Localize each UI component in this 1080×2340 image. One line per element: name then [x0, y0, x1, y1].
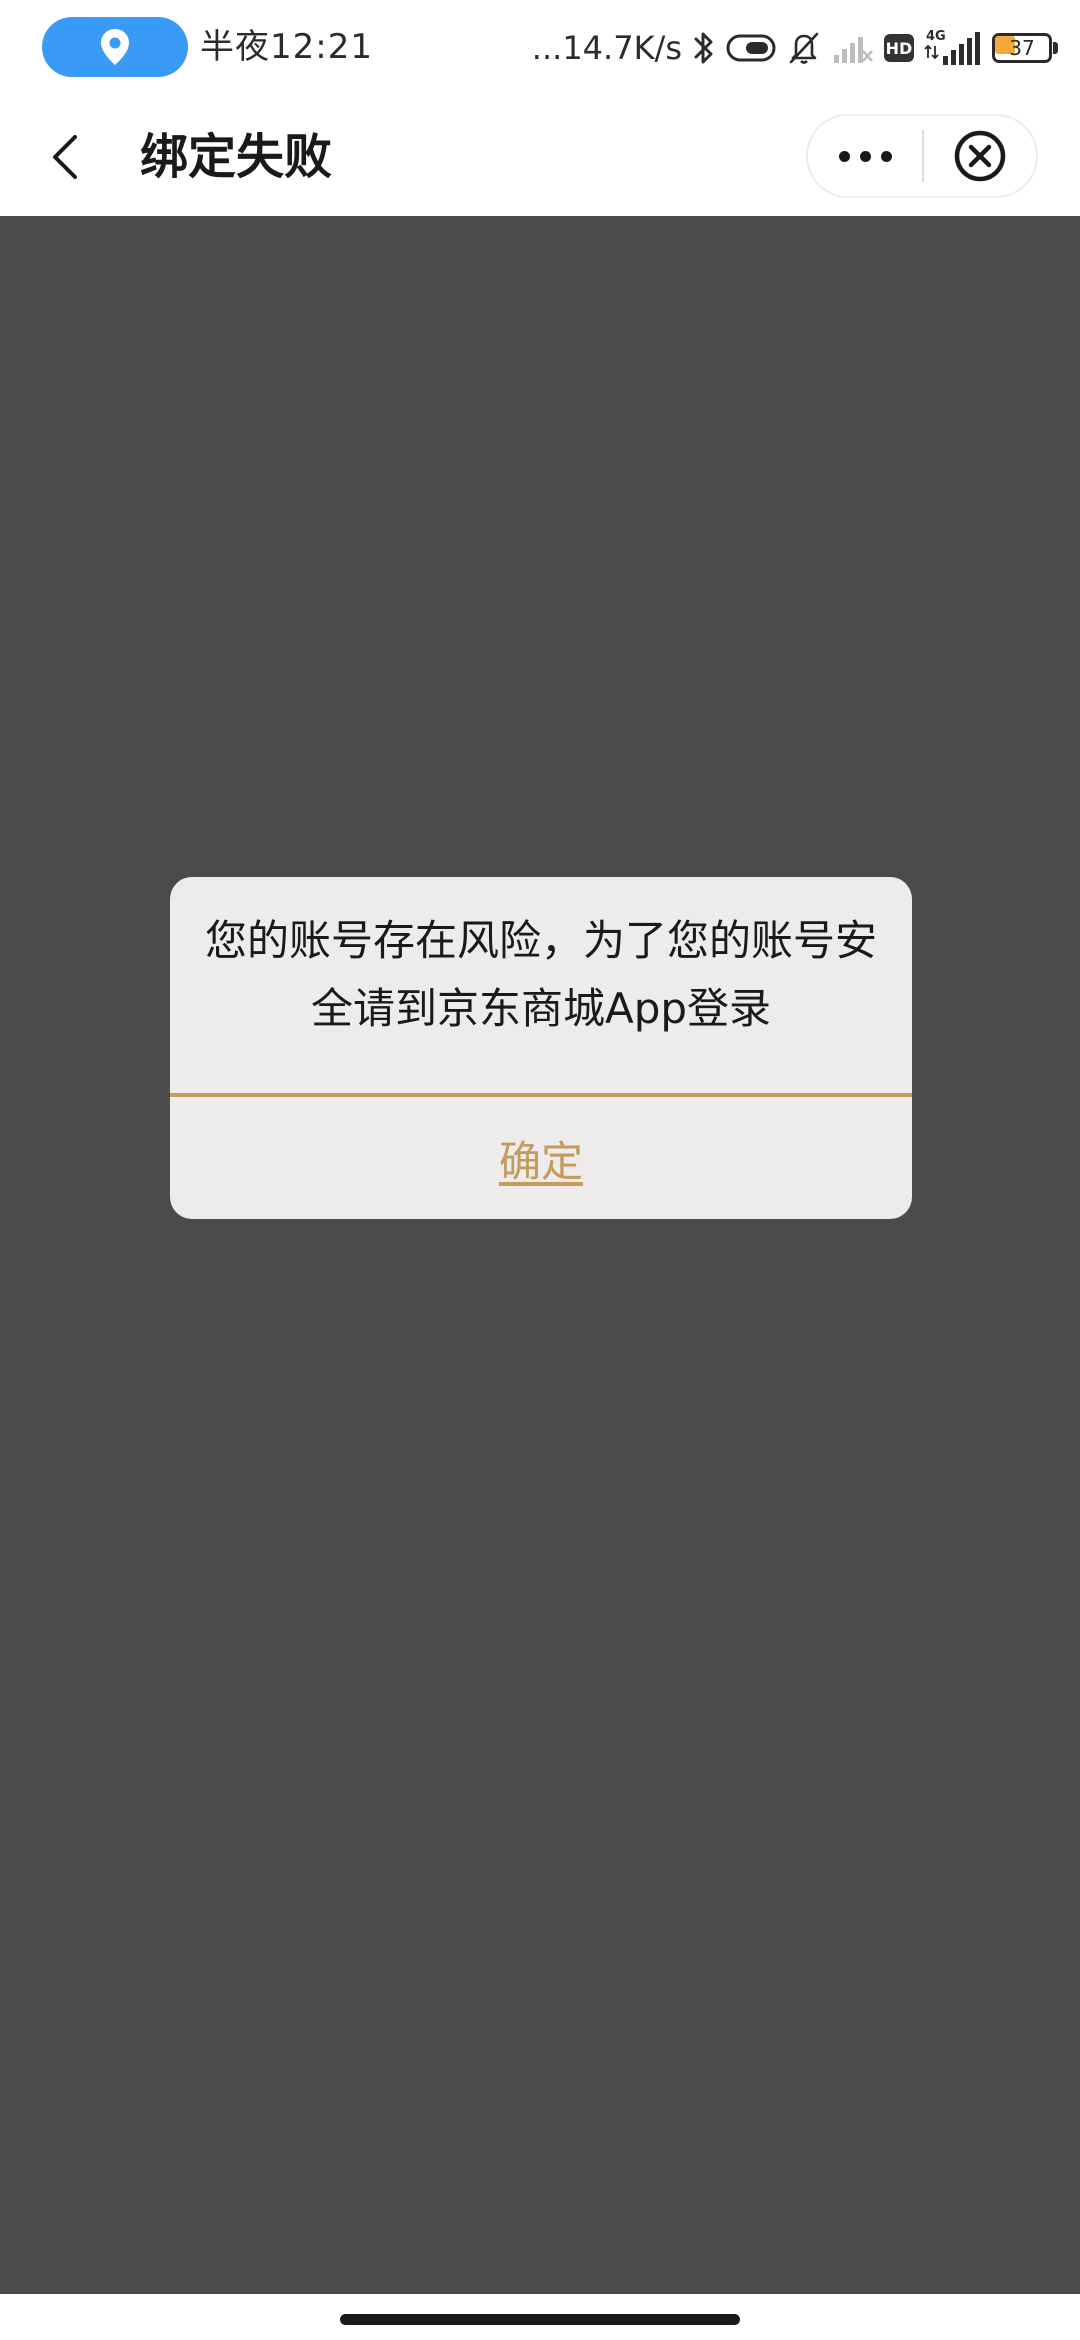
hd-icon: HD — [884, 34, 914, 62]
location-pin-icon — [101, 29, 129, 65]
alert-dialog: 您的账号存在风险，为了您的账号安全请到京东商城App登录 确定 — [170, 877, 912, 1219]
battery-icon: 37 — [992, 33, 1058, 63]
more-button[interactable] — [808, 114, 922, 198]
status-icons: ...14.7K/s HD 4G 37 — [532, 18, 1058, 78]
toggle-icon — [726, 34, 776, 62]
battery-level: 37 — [1009, 36, 1035, 60]
more-dots-icon — [838, 150, 850, 162]
home-indicator[interactable] — [340, 2314, 740, 2325]
signal-4g-icon: 4G — [924, 29, 980, 65]
net-speed: ...14.7K/s — [531, 29, 682, 67]
page-title: 绑定失败 — [140, 129, 333, 185]
signal-no-sim-icon — [834, 37, 873, 63]
modal-overlay — [0, 216, 1080, 2294]
location-indicator[interactable] — [42, 17, 188, 77]
nav-bar: 绑定失败 — [0, 98, 1080, 216]
network-type-label: 4G — [926, 29, 946, 44]
status-time: 半夜12:21 — [200, 27, 373, 67]
dialog-message: 您的账号存在风险，为了您的账号安全请到京东商城App登录 — [204, 916, 877, 1033]
screen: 半夜12:21 ...14.7K/s HD 4G 37 绑定失败 您的账号存在风… — [0, 0, 1080, 2340]
close-button[interactable] — [924, 114, 1036, 198]
mini-program-capsule — [806, 114, 1038, 198]
confirm-button[interactable]: 确定 — [170, 1097, 912, 1219]
mute-bell-icon — [789, 32, 819, 64]
back-arrow-icon — [53, 135, 77, 179]
status-bar: 半夜12:21 ...14.7K/s HD 4G 37 — [0, 0, 1080, 98]
bluetooth-icon — [694, 32, 713, 64]
close-circle-icon — [954, 130, 1006, 182]
back-button[interactable] — [30, 122, 100, 192]
gesture-bar — [0, 2294, 1080, 2340]
